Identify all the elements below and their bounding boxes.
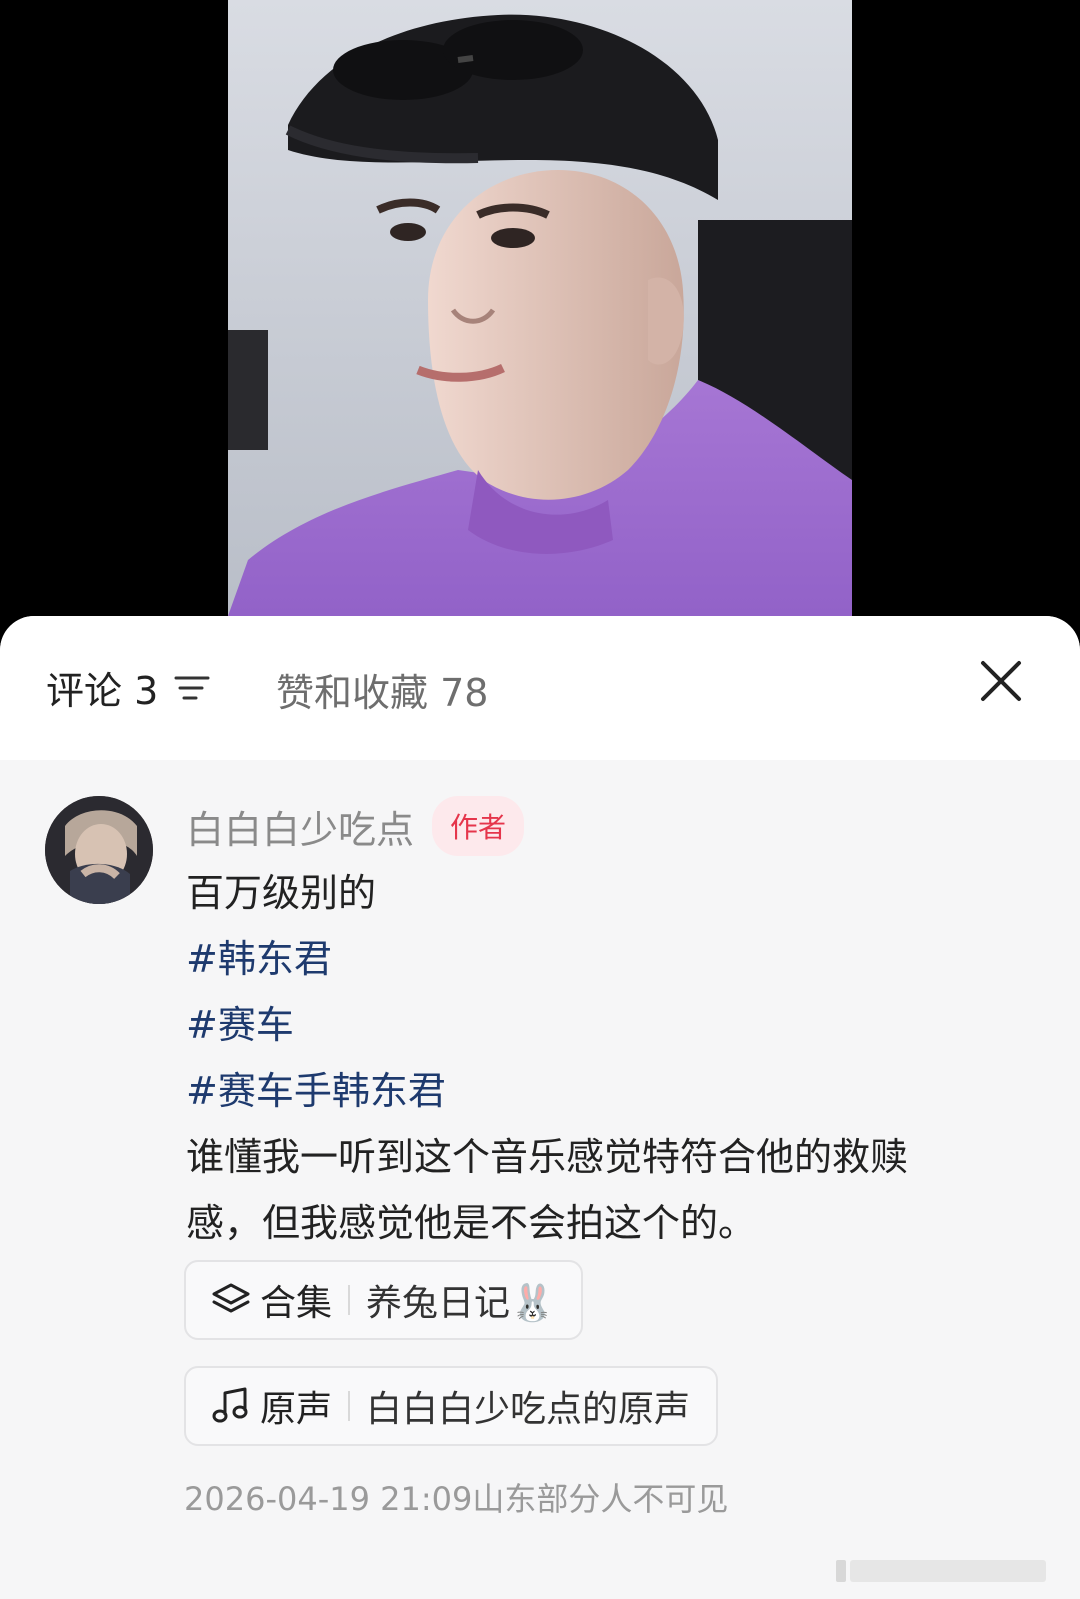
author-name[interactable]: 白白白少吃点 <box>186 799 414 854</box>
collection-name: 养兔日记🐰 <box>366 1283 555 1324</box>
comment-line: 谁懂我一听到这个音乐感觉特符合他的救赎 <box>186 1135 909 1179</box>
author-badge: 作者 <box>432 796 525 856</box>
tab-comments-label: 评论 3 <box>46 669 159 713</box>
watermark-icon <box>836 1560 1046 1582</box>
hashtag-link[interactable]: #赛车手韩东君 <box>186 1058 1006 1124</box>
video-frame <box>228 0 852 616</box>
video-player[interactable] <box>0 0 1080 620</box>
timestamp: 2026-04-19 21:09 <box>184 1480 473 1518</box>
collection-chip[interactable]: 合集 养兔日记🐰 <box>184 1260 583 1340</box>
video-thumbnail <box>228 0 852 616</box>
hashtag-link[interactable]: #韩东君 <box>186 926 1006 992</box>
author-row: 白白白少吃点 作者 <box>186 796 525 856</box>
visibility: 部分人不可见 <box>536 1480 729 1518</box>
sound-label: 原声 <box>260 1389 333 1430</box>
close-icon[interactable] <box>978 658 1024 704</box>
comments-sheet: 评论 3 赞和收藏 78 白白白少吃点 作者 百万级别的 #韩东君 #赛车 #赛… <box>0 616 1080 1599</box>
avatar[interactable] <box>45 796 153 904</box>
location: 山东 <box>472 1480 537 1518</box>
chip-divider <box>348 1391 351 1421</box>
comment-line: 百万级别的 <box>186 871 377 915</box>
music-note-icon <box>212 1387 248 1423</box>
stack-layers-icon <box>212 1283 250 1313</box>
avatar-image <box>45 796 153 904</box>
collection-label: 合集 <box>260 1283 333 1324</box>
original-sound-chip[interactable]: 原声 白白白少吃点的原声 <box>184 1366 719 1446</box>
comment-meta: 2026-04-19 21:09山东部分人不可见 <box>184 1474 728 1520</box>
hashtag-link[interactable]: #赛车 <box>186 992 1006 1058</box>
sound-name: 白白白少吃点的原声 <box>366 1389 691 1430</box>
tab-comments[interactable]: 评论 3 <box>46 660 210 715</box>
comment-line: 感，但我感觉他是不会拍这个的。 <box>186 1201 757 1245</box>
sort-filter-icon[interactable] <box>174 673 210 703</box>
comment-text: 百万级别的 #韩东君 #赛车 #赛车手韩东君 谁懂我一听到这个音乐感觉特符合他的… <box>186 860 1006 1256</box>
sheet-header: 评论 3 赞和收藏 78 <box>0 616 1080 760</box>
chip-divider <box>348 1285 351 1315</box>
tab-likes-favorites[interactable]: 赞和收藏 78 <box>276 662 488 717</box>
